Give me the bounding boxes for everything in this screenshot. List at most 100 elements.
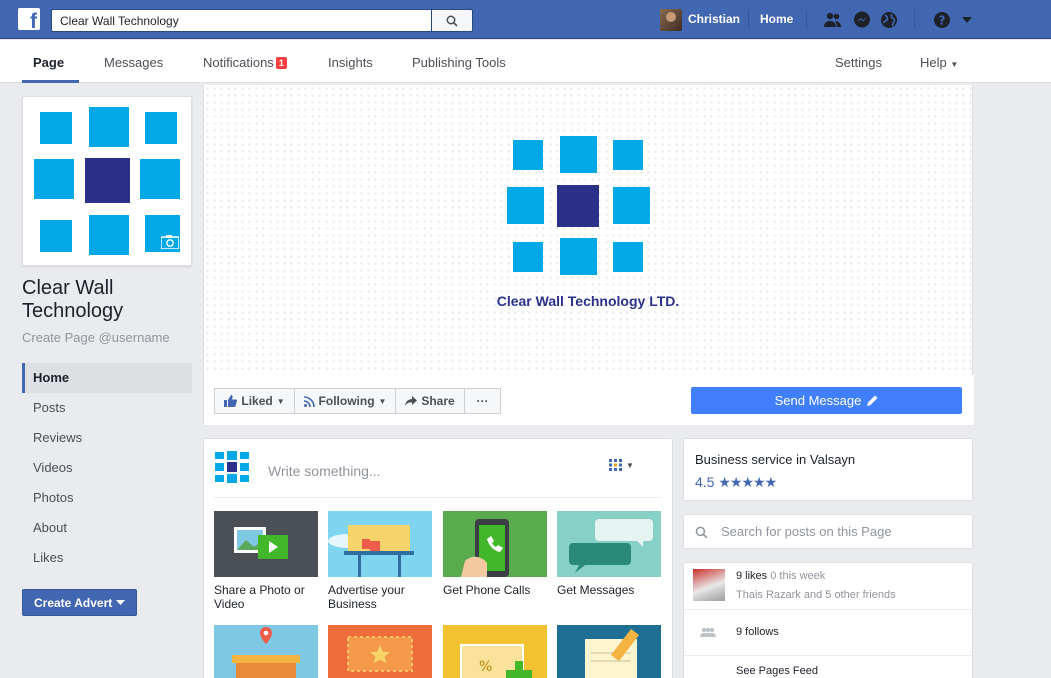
friends-icon	[824, 12, 841, 27]
notifications-button[interactable]	[878, 9, 900, 31]
profile-name-link[interactable]: Christian	[688, 12, 740, 26]
home-link[interactable]: Home	[760, 12, 793, 26]
more-options-button[interactable]: ···	[464, 388, 501, 414]
business-category[interactable]: Business service in Valsayn	[695, 452, 855, 467]
logo-square	[560, 238, 597, 275]
top-navigation-bar: f Clear Wall Technology Christian Home ?	[0, 0, 1051, 39]
advertise-business-tile[interactable]: Advertise your Business	[328, 511, 432, 611]
divider	[748, 10, 749, 29]
caret-down-icon: ▼	[276, 396, 285, 406]
tab-help[interactable]: Help ▼	[920, 55, 958, 70]
nav-item-reviews[interactable]: Reviews	[22, 423, 192, 453]
likes-this-week: 0 this week	[770, 570, 826, 582]
camera-icon[interactable]	[161, 235, 179, 249]
cover-logo-text: Clear Wall Technology LTD.	[496, 293, 680, 309]
logo-square	[40, 112, 72, 144]
friend-name-link[interactable]: Thais Razark	[736, 589, 801, 601]
account-menu-button[interactable]	[956, 9, 978, 31]
likes-count[interactable]: 9 likes	[736, 570, 767, 582]
page-title[interactable]: Clear Wall Technology	[22, 277, 192, 323]
grid-icon	[609, 459, 622, 471]
messages-button[interactable]	[851, 9, 873, 31]
share-button[interactable]: Share	[395, 388, 465, 414]
tab-insights[interactable]: Insights	[328, 55, 373, 70]
nav-item-about[interactable]: About	[22, 513, 192, 543]
post-composer: Write something... ▼ Share a Photo or Vi…	[203, 438, 673, 678]
messenger-icon	[854, 11, 870, 28]
get-phone-calls-tile[interactable]: Get Phone Calls	[443, 511, 547, 597]
create-advert-button[interactable]: Create Advert	[22, 589, 137, 616]
post-search-input[interactable]: Search for posts on this Page	[721, 524, 892, 539]
tab-messages[interactable]: Messages	[104, 55, 163, 70]
tile-label: Share a Photo or Video	[214, 583, 305, 611]
write-post-input[interactable]: Write something...	[268, 463, 381, 479]
nav-item-videos[interactable]: Videos	[22, 453, 192, 483]
create-username-link[interactable]: Create Page @username	[22, 330, 170, 345]
share-photo-video-tile[interactable]: Share a Photo or Video	[214, 511, 318, 611]
star-rating-icon: ★★★★★	[718, 474, 777, 490]
see-pages-feed-link[interactable]: See Pages Feed	[736, 665, 818, 677]
caret-down-icon	[962, 17, 972, 23]
page-avatar	[215, 451, 249, 483]
nav-item-likes[interactable]: Likes	[22, 543, 192, 573]
svg-text:%: %	[479, 659, 492, 675]
create-advert-label: Create Advert	[34, 595, 113, 610]
tab-notifications[interactable]: Notifications 1	[203, 55, 287, 70]
shop-tile[interactable]	[214, 625, 318, 678]
logo-square	[507, 187, 544, 224]
caret-down-icon	[116, 600, 125, 605]
logo-square	[613, 140, 643, 170]
tab-settings[interactable]: Settings	[835, 55, 882, 70]
rating-value: 4.5	[695, 474, 715, 490]
profile-picture[interactable]	[22, 96, 192, 266]
follows-row[interactable]: 9 follows	[684, 610, 972, 656]
nav-item-posts[interactable]: Posts	[22, 393, 192, 423]
messages-illustration	[557, 511, 661, 577]
shop-illustration	[214, 625, 318, 678]
divider	[214, 497, 661, 498]
profile-avatar[interactable]	[660, 9, 682, 31]
search-icon	[446, 15, 458, 27]
page-actions-bar: Liked ▼ Following ▼ Share ··· Send Messa…	[204, 375, 974, 425]
logo-square	[89, 107, 129, 147]
pages-feed-row[interactable]: See Pages Feed	[684, 656, 972, 678]
nav-item-home[interactable]: Home	[22, 363, 192, 393]
more-icon: ···	[476, 394, 489, 408]
friend-requests-button[interactable]	[822, 9, 844, 31]
help-icon: ?	[934, 12, 950, 28]
post-type-menu-button[interactable]: ▼	[609, 459, 634, 471]
friends-count-text: and 5 other friends	[803, 589, 896, 601]
logo-square	[513, 242, 543, 272]
get-messages-tile[interactable]: Get Messages	[557, 511, 661, 597]
rating[interactable]: 4.5 ★★★★★	[695, 474, 777, 491]
nav-item-photos[interactable]: Photos	[22, 483, 192, 513]
likes-row[interactable]: 9 likes 0 this week Thais Razark and 5 o…	[684, 563, 972, 610]
following-button[interactable]: Following ▼	[294, 388, 396, 414]
send-message-label: Send Message	[774, 393, 862, 408]
phone-calls-illustration	[443, 511, 547, 577]
business-info-card: Business service in Valsayn 4.5 ★★★★★	[683, 438, 973, 501]
logo-square	[89, 215, 129, 255]
facebook-logo[interactable]: f	[18, 8, 40, 32]
caret-down-icon: ▼	[378, 396, 387, 406]
logo-square	[34, 159, 74, 199]
logo-square	[557, 185, 599, 227]
send-message-button[interactable]: Send Message	[691, 387, 962, 414]
share-arrow-icon	[405, 396, 418, 406]
cover-photo[interactable]: Clear Wall Technology LTD. Liked ▼ Follo…	[203, 85, 974, 425]
tab-publishing-tools[interactable]: Publishing Tools	[412, 55, 506, 70]
thumbs-up-icon	[224, 395, 238, 407]
note-tile[interactable]	[557, 625, 661, 678]
help-button[interactable]: ?	[931, 9, 953, 31]
liked-button[interactable]: Liked ▼	[214, 388, 295, 414]
event-ticket-tile[interactable]	[328, 625, 432, 678]
pencil-icon	[867, 395, 878, 406]
offer-tile[interactable]: %	[443, 625, 547, 678]
search-input[interactable]: Clear Wall Technology	[51, 9, 431, 32]
page-post-search[interactable]: Search for posts on this Page	[683, 514, 973, 549]
tab-page[interactable]: Page	[33, 55, 64, 70]
logo-square	[85, 158, 130, 203]
follows-count: 9 follows	[736, 626, 779, 638]
following-label: Following	[318, 394, 375, 408]
search-button[interactable]	[431, 9, 473, 32]
